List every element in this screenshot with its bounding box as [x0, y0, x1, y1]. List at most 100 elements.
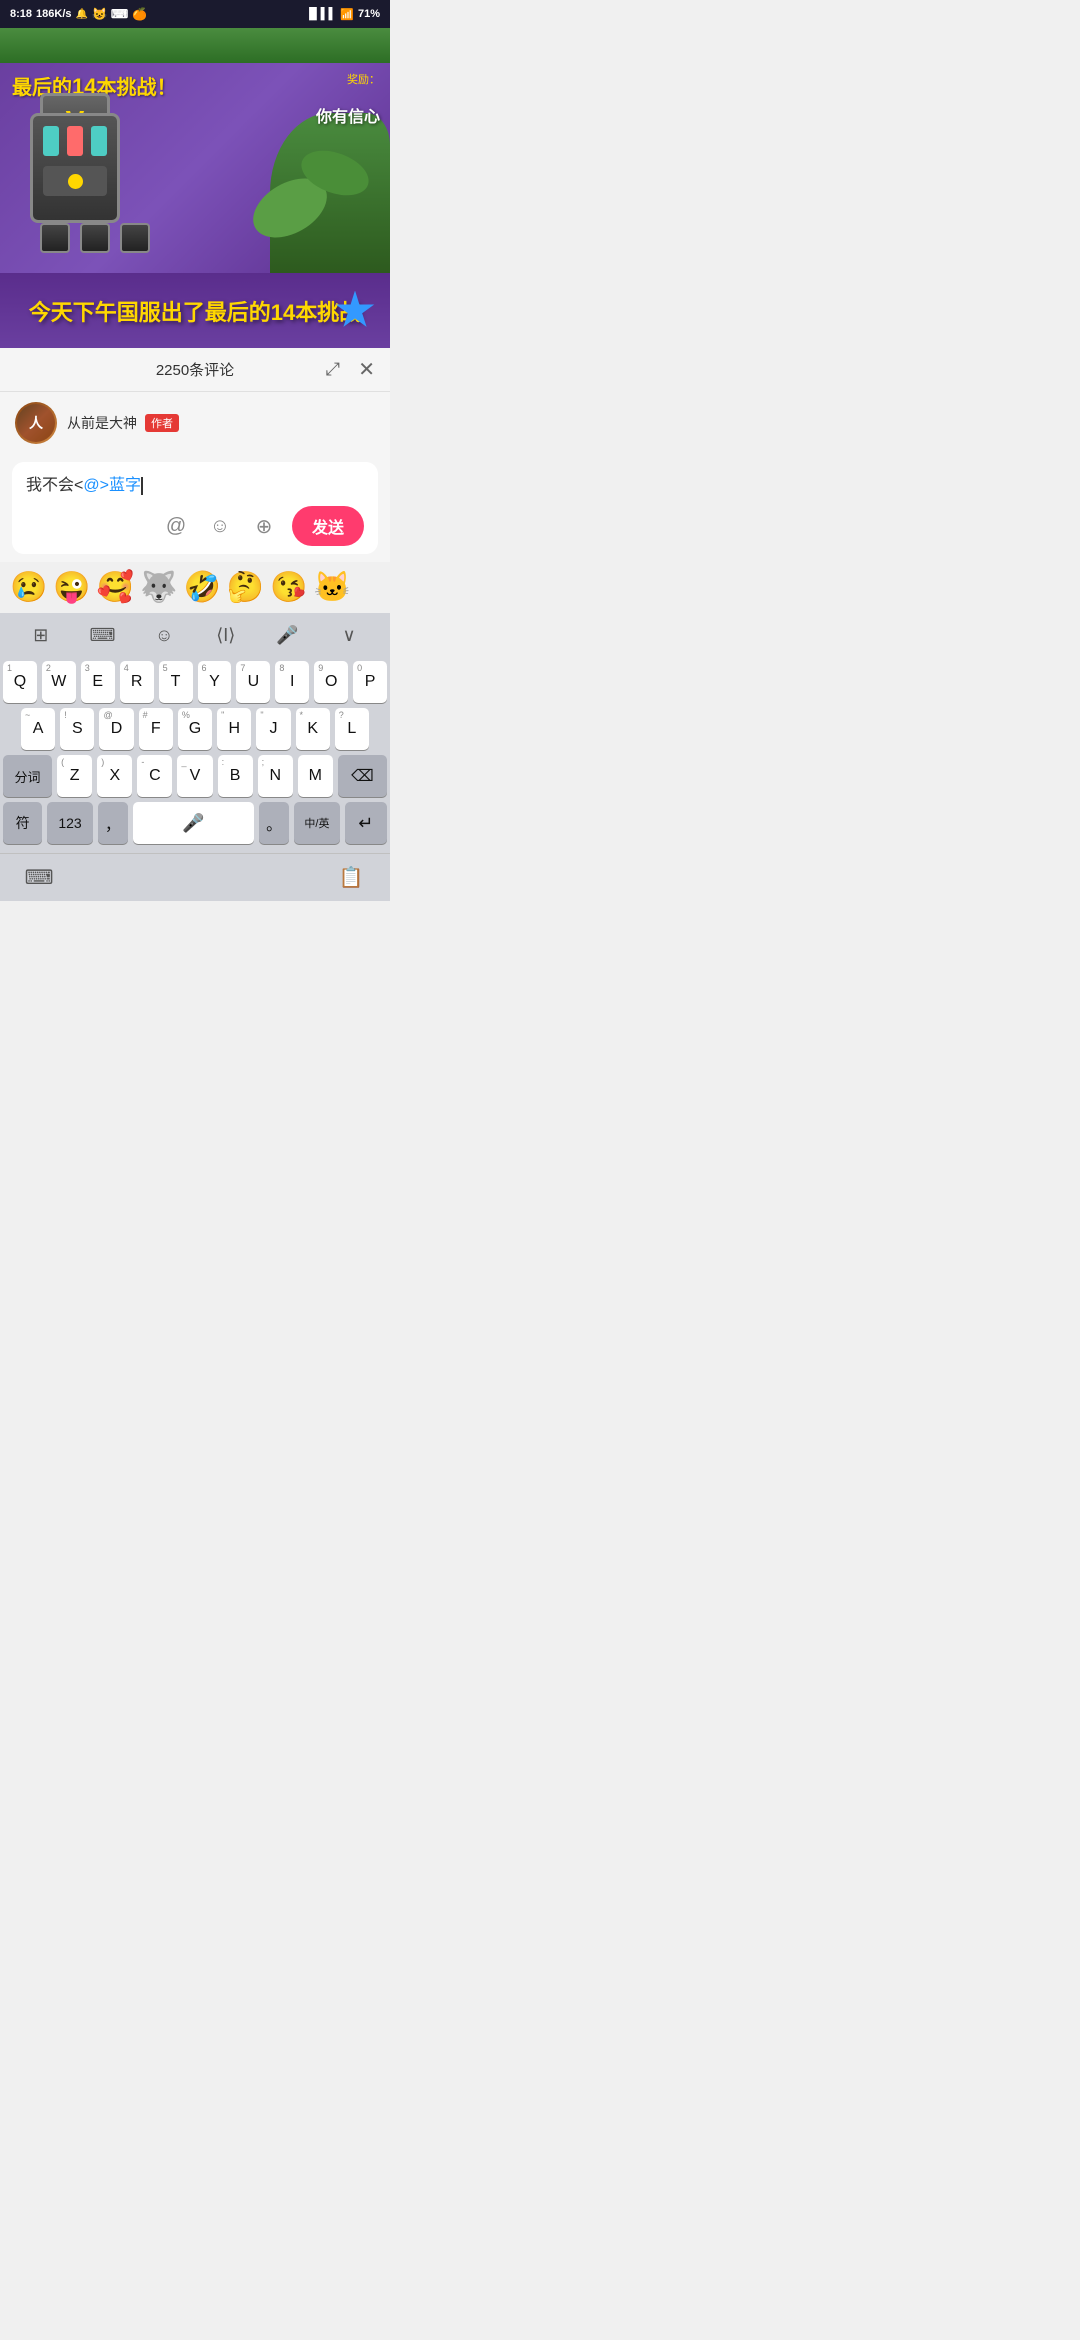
app-grid-button[interactable]: ⊞: [21, 617, 61, 653]
keyboard-icon: ⌨: [25, 865, 54, 890]
close-button[interactable]: ✕: [358, 357, 375, 382]
key-space[interactable]: 🎤: [133, 802, 254, 844]
reward-badge: 奖励：: [347, 71, 380, 87]
key-f[interactable]: #F: [139, 708, 173, 750]
wifi-icon: 📶: [340, 8, 354, 21]
input-text: 我不会<@>蓝字: [26, 474, 364, 498]
key-i[interactable]: 8I: [275, 661, 309, 703]
game-bottom-banner: 今天下午国服出了最后的14本挑战: [0, 273, 390, 348]
keyboard-row-2: ~A !S @D #F %G "H "J *K ?L: [3, 708, 387, 750]
key-a[interactable]: ~A: [21, 708, 55, 750]
emoji-wolf[interactable]: 🐺: [140, 570, 177, 605]
key-o[interactable]: 9O: [314, 661, 348, 703]
input-actions: @ ☺ ⊕ 发送: [26, 506, 364, 546]
app-grid-icon: ⊞: [33, 625, 48, 646]
author-badge: 作者: [145, 414, 179, 432]
comments-count: 2250条评论: [156, 359, 234, 380]
key-zhongying[interactable]: 中/英: [294, 802, 339, 844]
status-bar: 8:18 186K/s 🔔 😺 ⌨ 🍊 ▐▌▌▌ 📶 71%: [0, 0, 390, 28]
microphone-space-icon: 🎤: [182, 813, 204, 834]
key-h[interactable]: "H: [217, 708, 251, 750]
emoji-think[interactable]: 🤔: [227, 570, 264, 605]
cursor-move-icon: ⟨I⟩: [216, 625, 235, 646]
game-banner: 最后的14本挑战！ V 你有信心 奖励：: [0, 63, 390, 273]
author-name: 从前是大神: [67, 413, 137, 433]
key-y[interactable]: 6Y: [198, 661, 232, 703]
emoji-laugh[interactable]: 🤣: [183, 570, 220, 605]
key-fenci[interactable]: 分词: [3, 755, 52, 797]
key-w[interactable]: 2W: [42, 661, 76, 703]
key-period[interactable]: 。: [259, 802, 289, 844]
input-area[interactable]: 我不会<@>蓝字 @ ☺ ⊕ 发送: [12, 462, 378, 554]
microphone-icon: 🎤: [276, 625, 298, 646]
key-p[interactable]: 0P: [353, 661, 387, 703]
keyboard-row-1: 1Q 2W 3E 4R 5T 6Y 7U 8I 9O 0P: [3, 661, 387, 703]
key-k[interactable]: *K: [296, 708, 330, 750]
key-v[interactable]: _V: [177, 755, 212, 797]
comments-panel: 2250条评论 ⤢ ✕ 人 从前是大神 作者 我不会<@>蓝字 @ ☺: [0, 348, 390, 901]
emoji-face-icon: ☺: [210, 515, 230, 538]
plus-button[interactable]: ⊕: [248, 510, 280, 542]
app-icon-1: 😺: [92, 7, 107, 21]
send-button[interactable]: 发送: [292, 506, 364, 546]
expand-button[interactable]: ⤢: [326, 359, 340, 380]
key-s[interactable]: !S: [60, 708, 94, 750]
collapse-keyboard-button[interactable]: ∨: [329, 617, 369, 653]
key-return[interactable]: ↵: [345, 802, 387, 844]
key-d[interactable]: @D: [99, 708, 133, 750]
cursor-move-button[interactable]: ⟨I⟩: [206, 617, 246, 653]
robot-body: [30, 113, 120, 223]
key-comma[interactable]: ，: [98, 802, 128, 844]
battery: 71%: [358, 8, 380, 20]
chevron-down-icon: ∨: [343, 625, 356, 646]
keyboard-layout-button[interactable]: ⌨: [82, 617, 122, 653]
key-fu[interactable]: 符: [3, 802, 42, 844]
bottom-bar: ⌨ 📋: [0, 853, 390, 901]
emoji-cat[interactable]: 🐱: [314, 570, 351, 605]
key-r[interactable]: 4R: [120, 661, 154, 703]
key-g[interactable]: %G: [178, 708, 212, 750]
avatar: 人: [15, 402, 57, 444]
key-j[interactable]: "J: [256, 708, 290, 750]
keyboard-switch-icon[interactable]: ⌨: [20, 859, 58, 897]
key-l[interactable]: ?L: [335, 708, 369, 750]
key-e[interactable]: 3E: [81, 661, 115, 703]
emoji-keyboard-button[interactable]: ☺: [144, 617, 184, 653]
key-delete[interactable]: ⌫: [338, 755, 387, 797]
emoji-heart-eyes[interactable]: 🥰: [97, 570, 134, 605]
keyboard: 1Q 2W 3E 4R 5T 6Y 7U 8I 9O 0P ~A !S @D #…: [0, 657, 390, 853]
emoji-crying[interactable]: 😢: [10, 570, 47, 605]
emoji-tongue[interactable]: 😜: [53, 570, 90, 605]
confidence-text: 你有信心: [316, 103, 380, 127]
status-right: ▐▌▌▌ 📶 71%: [305, 8, 380, 21]
emoji-row: 😢 😜 🥰 🐺 🤣 🤔 😘 🐱: [0, 562, 390, 613]
input-prefix: 我不会<: [26, 477, 83, 494]
emoji-kiss[interactable]: 😘: [270, 570, 307, 605]
emoji-button[interactable]: ☺: [204, 510, 236, 542]
key-x[interactable]: )X: [97, 755, 132, 797]
microphone-button[interactable]: 🎤: [267, 617, 307, 653]
at-suffix: >蓝字: [100, 477, 141, 494]
keyboard-grid-icon: ⌨: [89, 625, 115, 646]
key-u[interactable]: 7U: [236, 661, 270, 703]
big-text: 今天下午国服出了最后的14本挑战: [29, 295, 361, 327]
game-top-bar: [0, 28, 390, 63]
keyboard-toolbar: ⊞ ⌨ ☺ ⟨I⟩ 🎤 ∨: [0, 613, 390, 657]
key-z[interactable]: (Z: [57, 755, 92, 797]
key-t[interactable]: 5T: [159, 661, 193, 703]
robot-legs: [40, 223, 150, 253]
plus-icon: ⊕: [256, 514, 273, 539]
at-icon: @: [166, 515, 186, 538]
status-left: 8:18 186K/s 🔔 😺 ⌨ 🍊: [10, 7, 147, 21]
close-icon: ✕: [358, 359, 375, 381]
key-c[interactable]: -C: [137, 755, 172, 797]
at-symbol: @: [83, 477, 99, 494]
key-n[interactable]: ;N: [258, 755, 293, 797]
network-speed: 186K/s: [36, 8, 71, 20]
key-m[interactable]: M: [298, 755, 333, 797]
key-q[interactable]: 1Q: [3, 661, 37, 703]
at-button[interactable]: @: [160, 510, 192, 542]
key-b[interactable]: :B: [218, 755, 253, 797]
clipboard-icon[interactable]: 📋: [332, 859, 370, 897]
key-123[interactable]: 123: [47, 802, 92, 844]
